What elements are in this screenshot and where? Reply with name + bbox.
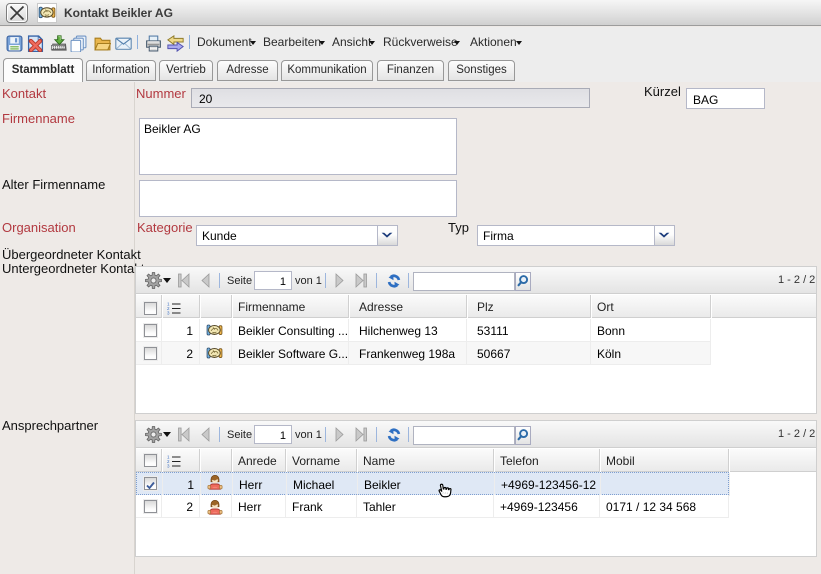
svg-text:3: 3 xyxy=(167,311,170,316)
svg-text:3: 3 xyxy=(167,464,170,469)
